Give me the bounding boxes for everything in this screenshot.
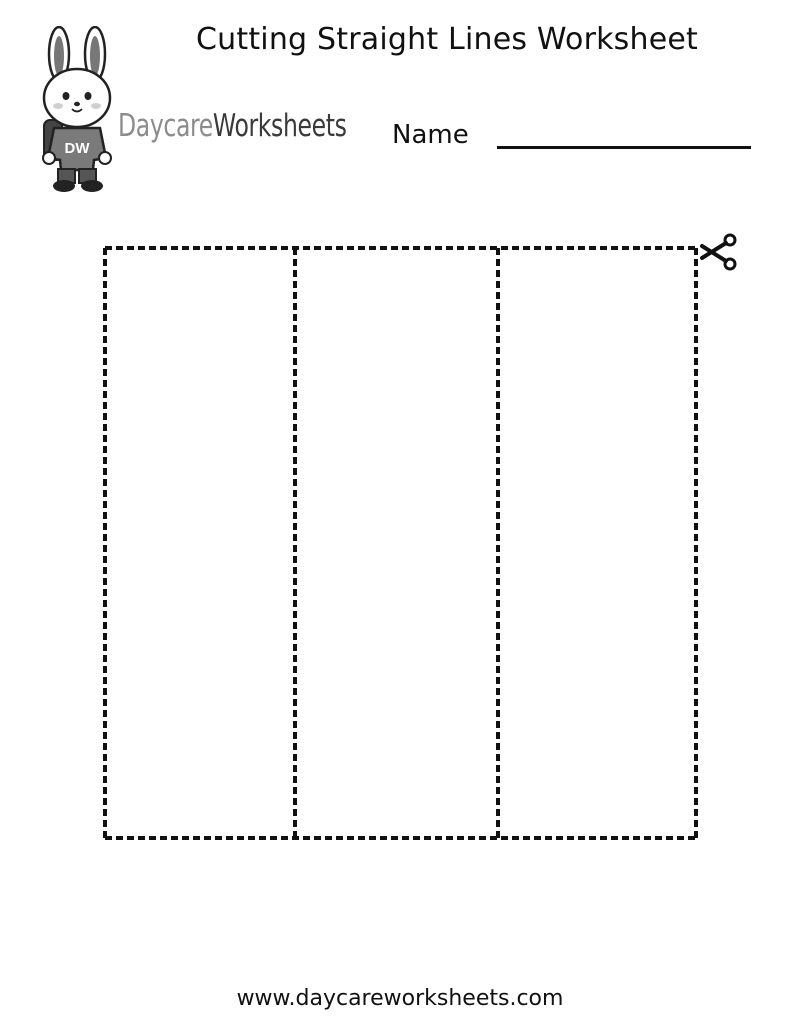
footer-url: www.daycareworksheets.com — [236, 986, 564, 1011]
cutting-area — [103, 233, 737, 840]
scissors-icon — [700, 233, 737, 271]
brand-part-worksheets: Worksheets — [212, 108, 347, 144]
mascot-shirt-text: DW — [65, 140, 91, 157]
page-title: Cutting Straight Lines Worksheet — [196, 22, 699, 57]
bunny-mascot-logo: DW — [42, 26, 112, 192]
name-write-line[interactable] — [497, 146, 751, 149]
name-label: Name — [392, 120, 469, 150]
brand-part-daycare: Daycare — [118, 108, 213, 144]
brand-logo-text: DaycareWorksheets — [118, 108, 347, 144]
